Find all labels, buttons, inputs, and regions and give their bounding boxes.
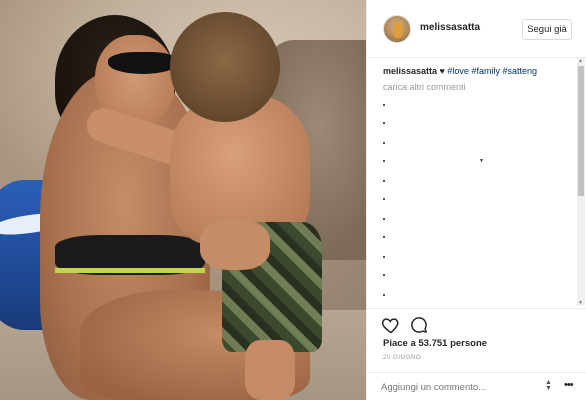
post-photo[interactable] xyxy=(0,0,366,400)
comment-dot xyxy=(383,180,385,182)
caption-username[interactable]: melissasatta xyxy=(383,66,437,76)
add-comment-bar: ▲▼ ••• xyxy=(367,372,586,400)
following-button[interactable]: Segui già xyxy=(522,19,572,40)
comment-dot xyxy=(383,294,385,296)
photo-sunglasses xyxy=(108,52,178,74)
photo-bikini-trim xyxy=(55,268,205,273)
comment-dot xyxy=(383,236,385,238)
comment-dot xyxy=(383,274,385,276)
comments-scrollbar[interactable]: ▲ ▼ xyxy=(577,58,585,306)
comment-dot xyxy=(383,104,385,106)
hashtag-love[interactable]: #love xyxy=(447,66,469,76)
heart-icon[interactable] xyxy=(381,315,401,335)
likes-count[interactable]: Piace a 53.751 persone xyxy=(383,338,487,349)
photo-child-leg xyxy=(245,340,295,400)
comments-section: melissasatta ♥ #love #family #satteng ca… xyxy=(367,58,586,308)
photo-child-hair xyxy=(170,12,280,122)
post-side-panel: melissasatta Segui già melissasatta ♥ #l… xyxy=(366,0,586,400)
avatar[interactable] xyxy=(383,15,411,43)
comment-input[interactable] xyxy=(381,379,541,395)
scroll-down-icon[interactable]: ▼ xyxy=(578,300,583,306)
hashtag-family[interactable]: #family xyxy=(471,66,500,76)
resize-stepper-icon[interactable]: ▲ ▼ xyxy=(545,379,552,392)
comment-dot xyxy=(383,256,385,258)
more-icon[interactable]: ••• xyxy=(564,379,574,391)
heart-emoji: ♥ xyxy=(437,66,448,76)
comment-dot xyxy=(383,160,385,162)
comment-icon[interactable] xyxy=(409,315,429,335)
photo-woman-hand xyxy=(200,220,270,270)
caret-down-icon: ▼ xyxy=(479,158,484,164)
comment-dot xyxy=(383,142,385,144)
scroll-up-icon[interactable]: ▲ xyxy=(578,58,583,64)
scrollbar-thumb[interactable] xyxy=(578,66,584,196)
post-header: melissasatta Segui già xyxy=(367,0,586,58)
comment-dot xyxy=(383,218,385,220)
post-actions: Piace a 53.751 persone 20 GIUGNO xyxy=(367,308,586,378)
comment-placeholders xyxy=(383,100,389,300)
post-caption: melissasatta ♥ #love #family #satteng xyxy=(383,66,537,76)
comment-dot xyxy=(383,122,385,124)
load-more-comments-link[interactable]: carica altri commenti xyxy=(383,82,466,92)
username-link[interactable]: melissasatta xyxy=(420,22,480,33)
post-date[interactable]: 20 GIUGNO xyxy=(383,354,421,361)
comment-dot xyxy=(383,198,385,200)
hashtag-satteng[interactable]: #satteng xyxy=(502,66,537,76)
